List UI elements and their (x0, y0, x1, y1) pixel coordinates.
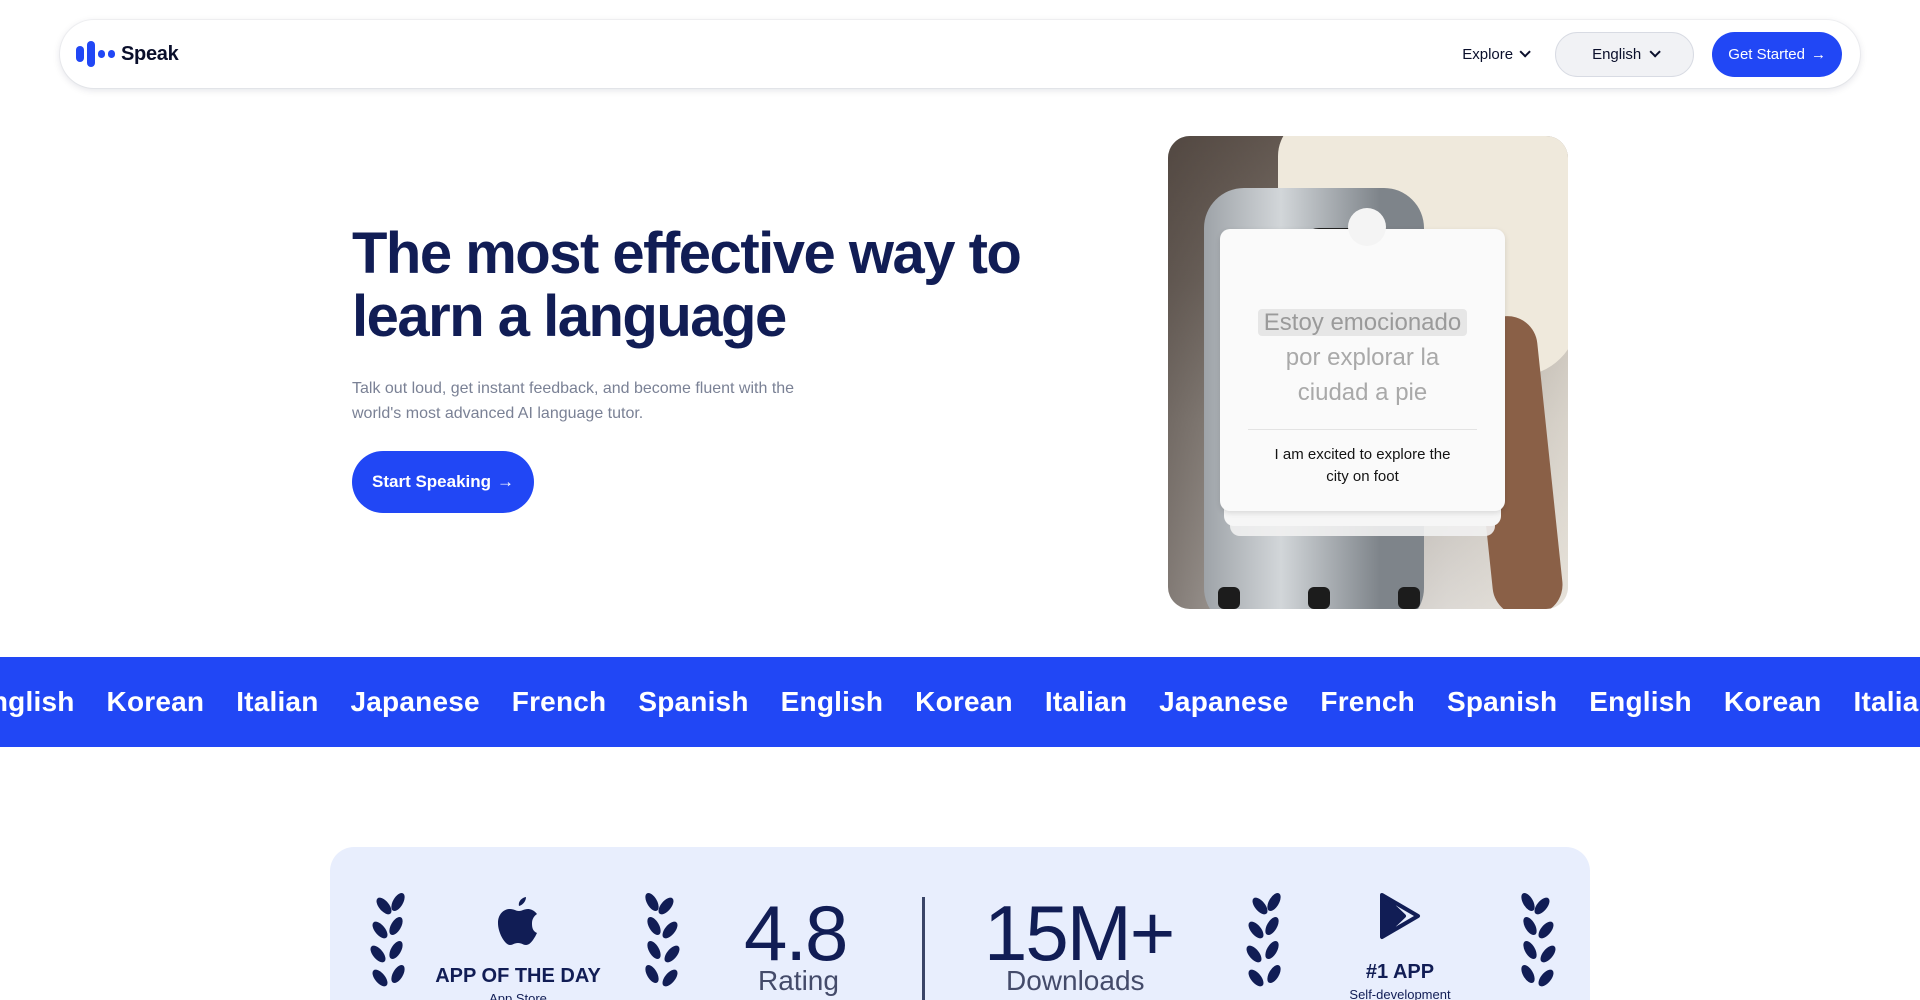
logo-text: Speak (121, 42, 179, 65)
app-of-the-day-title: APP OF THE DAY (435, 965, 601, 987)
self-development-label: Self-development (1349, 987, 1451, 1000)
phrase-line-3: ciudad a pie (1297, 379, 1428, 406)
card-divider (1248, 429, 1477, 430)
ticker-language-item: Japanese (350, 686, 480, 717)
ticker-language-item: Italian (1853, 686, 1920, 717)
downloads-value: 15M+ (984, 889, 1175, 977)
explore-label: Explore (1462, 45, 1514, 63)
stats-divider (922, 897, 925, 1000)
hero-subtitle: Talk out loud, get instant feedback, and… (352, 380, 795, 422)
laurel-left-icon (1246, 892, 1281, 987)
speak-logo-icon (76, 41, 115, 67)
nav-actions: Explore English Get Started → (1452, 31, 1842, 77)
phrase-card: Estoy emocionado por explorar la ciudad … (1220, 229, 1505, 511)
ticker-language-item: Italian (236, 686, 319, 717)
ticker-language-item: Spanish (1446, 686, 1558, 717)
phrase-highlight: Estoy emocionado (1257, 309, 1468, 336)
laurel-right-icon (1521, 892, 1556, 987)
top-navbar: Speak Explore English Get Started → (60, 20, 1860, 88)
chevron-down-icon (1519, 46, 1531, 58)
laurel-right-icon (645, 892, 680, 987)
ticker-language-item: English (780, 686, 884, 717)
speak-logo[interactable]: Speak (76, 41, 179, 67)
rating-label: Rating (758, 965, 839, 996)
laurel-left-icon (370, 892, 405, 987)
hero-title: The most effective way to learn a langua… (352, 221, 1022, 349)
ticker-language-item: French (511, 686, 607, 717)
arrow-right-icon: → (497, 472, 515, 491)
apple-icon (498, 897, 537, 945)
ticker-language-item: Italian (1044, 686, 1128, 717)
ticker-language-item: Korean (106, 686, 205, 717)
hero-photo: Estoy emocionado por explorar la ciudad … (1168, 136, 1568, 609)
arrow-right-icon: → (1811, 45, 1826, 63)
ticker-language-item: Japanese (1159, 686, 1289, 717)
phrase-translation: I am excited to explore the city on foot (1274, 446, 1451, 485)
play-store-icon (1380, 893, 1420, 939)
rating-value: 4.8 (744, 889, 848, 977)
phrase-spanish: Estoy emocionado por explorar la ciudad … (1220, 305, 1505, 410)
start-speaking-label: Start Speaking (372, 472, 492, 491)
ticker-language-item: French (1320, 686, 1415, 717)
ticker-language-item: Spanish (638, 686, 749, 717)
downloads-label: Downloads (1006, 965, 1145, 996)
ticker-track: English Korean Italian Japanese French Spanis… (0, 657, 1920, 747)
language-selector[interactable]: English (1555, 31, 1695, 77)
get-started-button[interactable]: Get Started → (1712, 31, 1842, 77)
language-label: English (1592, 45, 1642, 63)
phrase-line-2: por explorar la (1285, 344, 1440, 371)
number-one-app-title: #1 APP (1365, 961, 1435, 983)
stats-panel: APP OF THE DAY App Store 4.8 Rating 15M+… (330, 847, 1590, 1000)
chevron-down-icon (1649, 46, 1662, 58)
ticker-language-item: English (0, 686, 75, 717)
ticker-language-item: English (1589, 686, 1692, 717)
suitcase-wheels (1198, 585, 1438, 609)
explore-menu[interactable]: Explore (1452, 46, 1537, 63)
get-started-label: Get Started (1728, 45, 1805, 63)
app-store-label: App Store (489, 991, 547, 1000)
ticker-language-item: Korean (915, 686, 1013, 717)
card-pin (1348, 208, 1386, 246)
ticker-language-item: Korean (1723, 686, 1822, 717)
language-ticker: English Korean Italian Japanese French Spanis… (0, 657, 1920, 747)
start-speaking-button[interactable]: Start Speaking → (352, 451, 535, 513)
